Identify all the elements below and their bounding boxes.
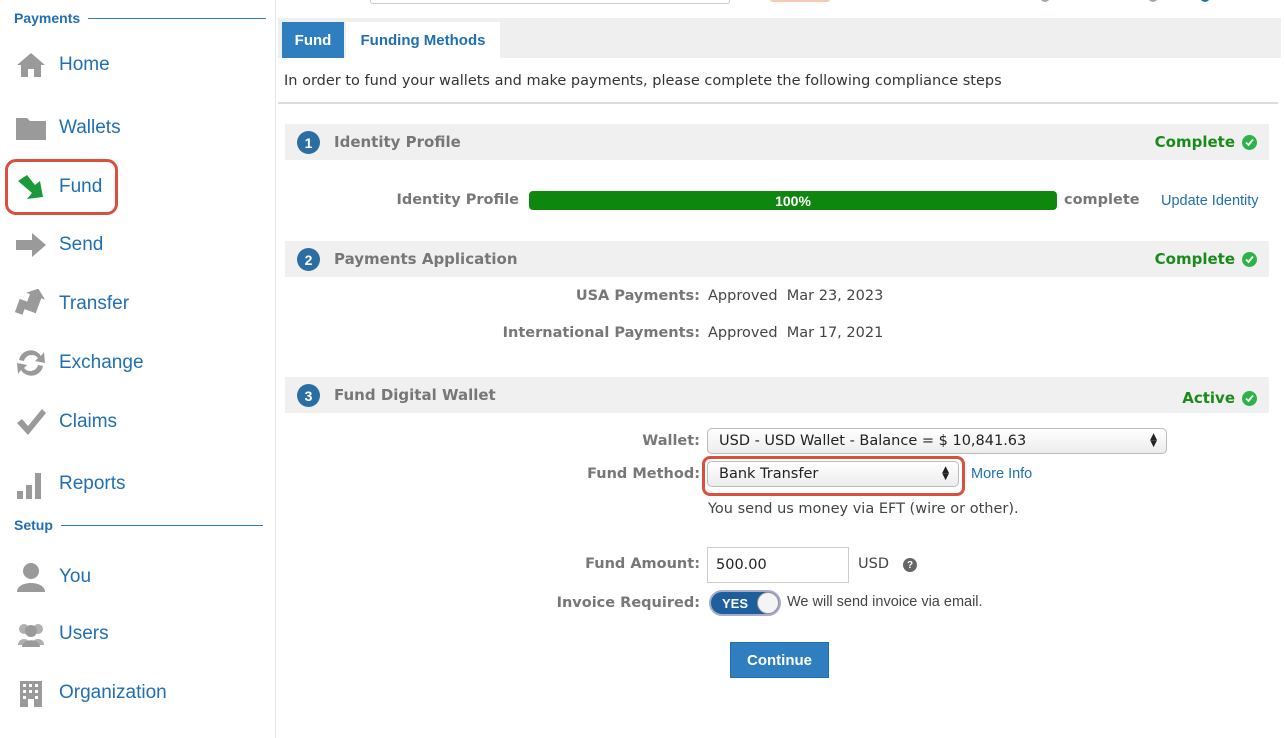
step-title: Payments Application <box>334 250 518 268</box>
help-icon[interactable]: ? <box>903 558 917 572</box>
user-icon <box>14 560 48 594</box>
fund-amount-label: Fund Amount: <box>585 556 700 572</box>
invoice-required-label: Invoice Required: <box>556 595 700 611</box>
send-arrow-icon <box>14 228 48 262</box>
check-circle-icon <box>1242 134 1257 150</box>
continue-button[interactable]: Continue <box>730 642 829 678</box>
step-number: 2 <box>297 248 320 271</box>
sidebar-item-label: You <box>59 566 92 587</box>
sidebar-item-wallets[interactable]: Wallets <box>14 110 121 146</box>
folder-icon <box>14 111 48 145</box>
sidebar-item-fund[interactable]: Fund <box>5 159 118 215</box>
wallet-select[interactable]: USD - USD Wallet - Balance = $ 10,841.63… <box>707 428 1167 454</box>
toggle-knob <box>757 592 779 614</box>
fund-amount-input[interactable]: 500.00 <box>707 547 849 583</box>
usa-payments-label: USA Payments: <box>575 288 700 304</box>
intro-text: In order to fund your wallets and make p… <box>284 73 1002 89</box>
identity-progress-bar: 100% <box>529 191 1057 210</box>
step-number: 3 <box>297 384 320 407</box>
international-payments-value: Approved Mar 17, 2021 <box>708 325 884 341</box>
fund-method-select[interactable]: Bank Transfer ▲ ▼ <box>707 461 959 487</box>
check-circle-icon <box>1242 251 1257 267</box>
building-icon <box>14 676 48 710</box>
sidebar-item-label: Home <box>59 54 110 75</box>
sidebar-item-label: Exchange <box>59 352 144 373</box>
divider <box>278 102 1278 104</box>
sidebar-item-organization[interactable]: Organization <box>14 675 167 711</box>
bar-chart-icon <box>14 467 48 501</box>
sidebar-item-label: Organization <box>59 682 167 703</box>
step-payments-application: 2 Payments Application Complete <box>285 241 1269 277</box>
users-icon <box>14 617 48 651</box>
top-icon[interactable] <box>1148 0 1158 2</box>
status-badge: Complete <box>1155 133 1257 151</box>
international-payments-label: International Payments: <box>502 325 700 341</box>
status-badge: Complete <box>1155 250 1257 268</box>
top-action-pill[interactable] <box>768 0 832 2</box>
sidebar-item-home[interactable]: Home <box>14 47 110 83</box>
sidebar-item-label: Wallets <box>59 117 121 138</box>
sidebar-item-you[interactable]: You <box>14 559 91 595</box>
sidebar-item-label: Send <box>59 234 104 255</box>
step-fund-digital-wallet: 3 Fund Digital Wallet Active <box>285 377 1269 413</box>
fund-method-label: Fund Method: <box>587 466 700 482</box>
top-search-input[interactable] <box>370 0 730 4</box>
complete-label: complete <box>1064 192 1140 208</box>
sidebar-item-exchange[interactable]: Exchange <box>14 345 144 381</box>
sidebar-item-claims[interactable]: Claims <box>14 404 117 440</box>
step-number: 1 <box>297 131 320 154</box>
more-info-link[interactable]: More Info <box>971 466 1032 482</box>
sidebar-item-label: Claims <box>59 411 118 432</box>
sidebar-item-transfer[interactable]: Transfer <box>14 286 129 322</box>
exchange-icon <box>14 346 48 380</box>
currency-label: USD <box>858 556 889 572</box>
home-icon <box>14 48 48 82</box>
sidebar-item-label: Transfer <box>59 293 130 314</box>
setup-heading: Setup <box>14 517 263 533</box>
sidebar-item-reports[interactable]: Reports <box>14 466 126 502</box>
sidebar-item-users[interactable]: Users <box>14 616 109 652</box>
checkmark-icon <box>14 405 48 439</box>
wallet-label: Wallet: <box>642 433 700 449</box>
identity-profile-label: Identity Profile <box>396 192 519 208</box>
check-circle-icon <box>1242 390 1257 406</box>
status-badge: Active <box>1182 389 1257 407</box>
top-icon[interactable] <box>1040 0 1050 2</box>
main-panel: Fund Funding Methods In order to fund yo… <box>278 18 1281 738</box>
transfer-arrow-icon <box>14 287 48 321</box>
invoice-toggle[interactable]: YES <box>709 590 781 616</box>
sidebar-item-send[interactable]: Send <box>14 227 103 263</box>
invoice-note: We will send invoice via email. <box>787 594 983 610</box>
payments-heading: Payments <box>14 10 267 26</box>
select-arrows-icon: ▲ ▼ <box>942 465 949 482</box>
sidebar-item-label: Reports <box>59 473 126 494</box>
sidebar-item-label: Fund <box>59 176 103 197</box>
select-arrows-icon: ▲ ▼ <box>1150 432 1157 449</box>
tab-fund[interactable]: Fund <box>282 22 344 58</box>
top-icon[interactable] <box>1200 0 1210 2</box>
sidebar-item-label: Users <box>59 623 109 644</box>
step-identity-profile: 1 Identity Profile Complete <box>285 124 1269 160</box>
tab-funding-methods[interactable]: Funding Methods <box>346 22 500 58</box>
update-identity-link[interactable]: Update Identity <box>1161 193 1259 209</box>
usa-payments-value: Approved Mar 23, 2023 <box>708 288 884 304</box>
step-title: Fund Digital Wallet <box>334 386 496 404</box>
sidebar: Payments Home Wallets Fund Send Transfer <box>0 0 276 738</box>
fund-arrow-icon <box>14 170 48 204</box>
step-title: Identity Profile <box>334 133 461 151</box>
tab-bar: Fund Funding Methods <box>278 18 1281 58</box>
fund-method-description: You send us money via EFT (wire or other… <box>708 501 1019 517</box>
